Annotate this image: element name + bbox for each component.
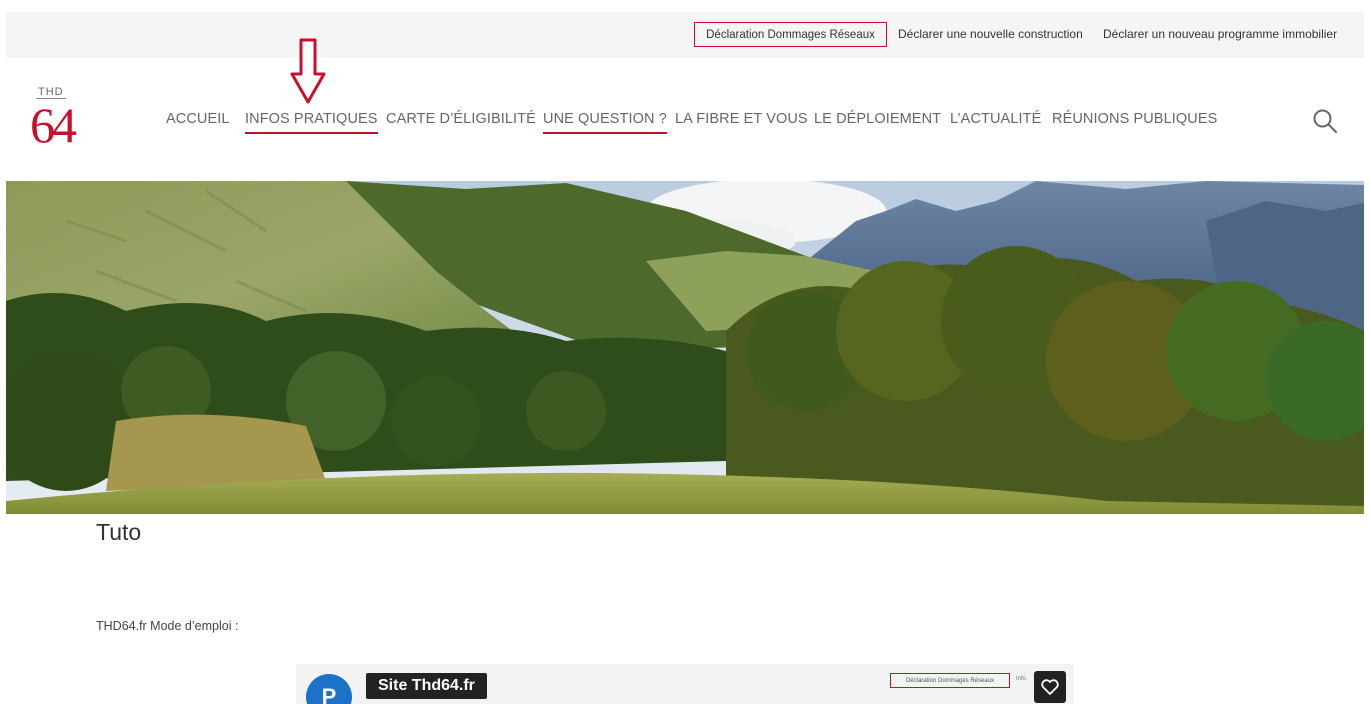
nav-le-deploiement[interactable]: LE DÉPLOIEMENT xyxy=(814,111,941,127)
search-icon[interactable] xyxy=(1312,108,1338,134)
declaration-dommages-link[interactable]: Déclaration Dommages Réseaux xyxy=(694,22,887,47)
video-mini-declaration: Déclaration Dommages Réseaux xyxy=(890,673,1010,688)
nav-infos-pratiques[interactable]: INFOS PRATIQUES xyxy=(245,111,378,134)
nav-accueil[interactable]: ACCUEIL xyxy=(166,111,230,127)
nav-actualite[interactable]: L’ACTUALITÉ xyxy=(950,111,1041,127)
down-arrow-icon xyxy=(290,38,326,104)
video-title[interactable]: Site Thd64.fr xyxy=(366,673,487,699)
video-mini-link: Info xyxy=(1016,676,1027,682)
declare-programme-link[interactable]: Déclarer un nouveau programme immobilier xyxy=(1103,27,1337,41)
nav-reunions-publiques[interactable]: RÉUNIONS PUBLIQUES xyxy=(1052,111,1217,127)
declare-construction-link[interactable]: Déclarer une nouvelle construction xyxy=(898,27,1083,41)
nav-la-fibre-et-vous[interactable]: LA FIBRE ET VOUS xyxy=(675,111,808,127)
intro-text: THD64.fr Mode d’emploi : xyxy=(96,619,239,633)
heart-icon[interactable] xyxy=(1034,671,1066,703)
site-logo[interactable]: THD 64 xyxy=(30,86,88,154)
nav-carte-eligibilite[interactable]: CARTE D’ÉLIGIBILITÉ xyxy=(386,111,536,127)
page-title: Tuto xyxy=(96,519,142,545)
hero-landscape-image xyxy=(6,181,1364,514)
nav-une-question[interactable]: UNE QUESTION ? xyxy=(543,111,667,134)
logo-big-text: 64 xyxy=(30,97,77,153)
embedded-video-preview[interactable]: P Site Thd64.fr Déclaration Dommages Rés… xyxy=(296,664,1074,704)
channel-avatar[interactable]: P xyxy=(306,674,352,704)
